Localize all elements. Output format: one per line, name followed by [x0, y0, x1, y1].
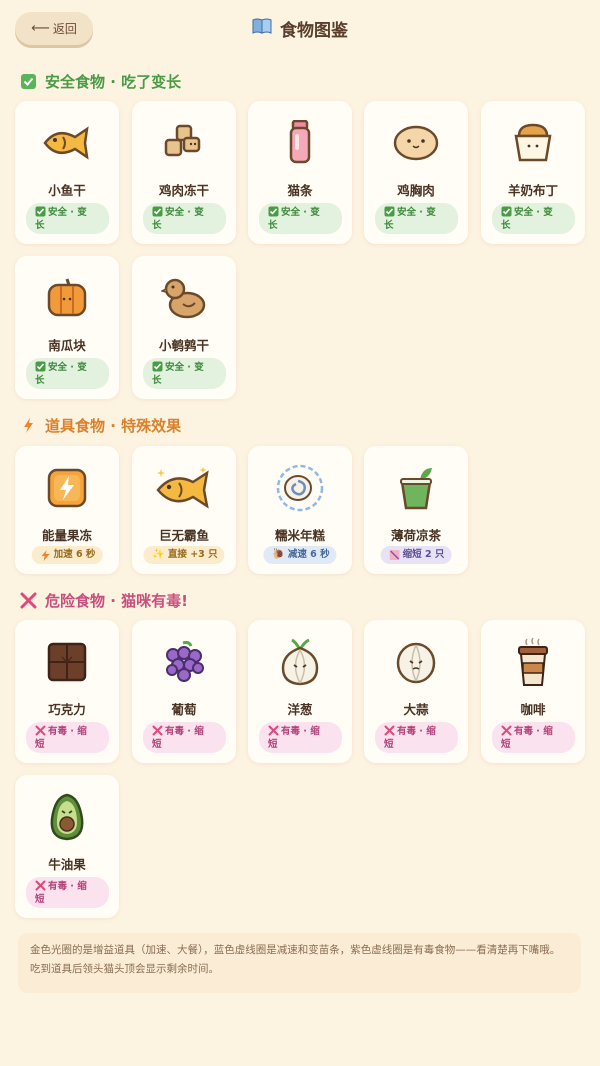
toxic-tag: 有毒 · 缩短	[143, 722, 226, 753]
pumpkin-icon	[15, 274, 119, 322]
cat-treat-tube-icon	[248, 119, 352, 167]
cross-icon	[268, 725, 279, 736]
garlic-icon	[364, 638, 468, 686]
safe-tag: 安全 · 变长	[143, 358, 226, 389]
section-title-safe-text: 安全食物 · 吃了变长	[45, 73, 182, 91]
chicken-breast-icon	[364, 119, 468, 167]
toxic-tag: 有毒 · 缩短	[26, 877, 109, 908]
check-box-icon	[35, 361, 46, 372]
food-card-chicken-breast[interactable]: 鸡胸肉 安全 · 变长	[364, 101, 468, 244]
food-card-onion[interactable]: 洋葱 有毒 · 缩短	[248, 620, 352, 763]
food-card-grapes[interactable]: 葡萄 有毒 · 缩短	[132, 620, 236, 763]
safe-tag: 安全 · 变长	[26, 358, 109, 389]
food-card-cat-treat[interactable]: 猫条 安全 · 变长	[248, 101, 352, 244]
energy-jelly-icon	[15, 464, 119, 512]
food-card-giant-fish[interactable]: 巨无霸鱼 ✨ 直接 +3 只	[132, 446, 236, 574]
check-box-icon	[384, 206, 395, 217]
food-name: 能量果冻	[41, 528, 92, 543]
safe-tag: 安全 · 变长	[26, 203, 109, 234]
section-title-safe: 安全食物 · 吃了变长	[20, 71, 181, 92]
food-card-freeze-dried-chicken[interactable]: 鸡肉冻干 安全 · 变长	[132, 101, 236, 244]
food-name: 牛油果	[48, 857, 86, 872]
header: ⟵ 返回 食物图鉴	[0, 0, 600, 58]
food-name: 巧克力	[48, 702, 86, 717]
food-name: 小鱼干	[48, 183, 86, 198]
check-box-icon	[35, 206, 46, 217]
safe-tag: 安全 · 变长	[143, 203, 226, 234]
grapes-icon	[132, 638, 236, 686]
section-title-danger: 危险食物 · 猫咪有毒!	[20, 590, 188, 611]
food-name: 巨无霸鱼	[158, 528, 209, 543]
food-name: 猫条	[287, 183, 313, 198]
safe-tag: 安全 · 变长	[259, 203, 342, 234]
giant-fish-icon	[132, 464, 236, 512]
small-fish-icon	[15, 119, 119, 167]
book-icon	[252, 18, 272, 39]
chocolate-icon	[15, 638, 119, 686]
food-card-chocolate[interactable]: 巧克力 有毒 · 缩短	[15, 620, 119, 763]
check-box-icon	[501, 206, 512, 217]
check-box-icon	[152, 361, 163, 372]
food-name: 糯米年糕	[274, 528, 325, 543]
toxic-tag: 有毒 · 缩短	[259, 722, 342, 753]
toxic-tag: 有毒 · 缩短	[492, 722, 575, 753]
food-card-energy-jelly[interactable]: 能量果冻 加速 6 秒	[15, 446, 119, 574]
cross-icon	[20, 592, 37, 609]
mint-tea-icon	[364, 464, 468, 512]
page-title-text: 食物图鉴	[280, 21, 348, 41]
food-card-mint-tea[interactable]: 薄荷凉茶 缩短 2 只	[364, 446, 468, 574]
power-tag: 缩短 2 只	[380, 546, 452, 564]
food-card-rice-cake[interactable]: 糯米年糕 🐌 减速 6 秒	[248, 446, 352, 574]
quail-icon	[132, 274, 236, 322]
goat-milk-pudding-icon	[481, 119, 585, 167]
toxic-tag: 有毒 · 缩短	[375, 722, 458, 753]
food-card-garlic[interactable]: 大蒜 有毒 · 缩短	[364, 620, 468, 763]
coffee-icon	[481, 637, 585, 686]
check-box-icon	[20, 73, 37, 90]
rice-cake-icon	[248, 464, 352, 512]
food-name: 咖啡	[520, 702, 546, 717]
onion-icon	[248, 638, 352, 686]
legend-note: 金色光圈的是增益道具（加速、大餐），蓝色虚线圈是减速和变苗条，紫色虚线圈是有毒食…	[18, 933, 581, 993]
sparkle-icon: ✨	[152, 549, 165, 560]
toxic-tag: 有毒 · 缩短	[26, 722, 109, 753]
food-name: 鸡肉冻干	[158, 183, 209, 198]
food-card-avocado[interactable]: 牛油果 有毒 · 缩短	[15, 775, 119, 918]
section-title-power: 道具食物 · 特殊效果	[20, 415, 181, 436]
food-card-goat-milk-pudding[interactable]: 羊奶布丁 安全 · 变长	[481, 101, 585, 244]
food-card-quail[interactable]: 小鹌鹑干 安全 · 变长	[132, 256, 236, 399]
power-tag: 🐌 减速 6 秒	[263, 546, 337, 564]
snail-icon: 🐌	[272, 549, 285, 560]
food-name: 南瓜块	[48, 338, 86, 353]
food-name: 鸡胸肉	[397, 183, 435, 198]
food-name: 葡萄	[171, 702, 197, 717]
lightning-icon	[41, 549, 50, 561]
safe-tag: 安全 · 变长	[375, 203, 458, 234]
power-tag: 加速 6 秒	[31, 546, 103, 564]
check-box-icon	[152, 206, 163, 217]
cross-icon	[384, 725, 395, 736]
shrink-icon	[389, 550, 400, 560]
food-card-small-fish[interactable]: 小鱼干 安全 · 变长	[15, 101, 119, 244]
check-box-icon	[268, 206, 279, 217]
food-name: 洋葱	[287, 702, 313, 717]
food-name: 羊奶布丁	[507, 183, 558, 198]
food-card-coffee[interactable]: 咖啡 有毒 · 缩短	[481, 620, 585, 763]
food-name: 薄荷凉茶	[390, 528, 441, 543]
lightning-icon	[20, 417, 37, 434]
cross-icon	[35, 880, 46, 891]
section-title-danger-text: 危险食物 · 猫咪有毒!	[45, 592, 188, 610]
page-title: 食物图鉴	[0, 16, 600, 41]
freeze-dried-chicken-icon	[132, 119, 236, 167]
cross-icon	[35, 725, 46, 736]
safe-tag: 安全 · 变长	[492, 203, 575, 234]
food-card-pumpkin[interactable]: 南瓜块 安全 · 变长	[15, 256, 119, 399]
avocado-icon	[15, 793, 119, 841]
food-name: 大蒜	[403, 702, 429, 717]
cross-icon	[152, 725, 163, 736]
power-tag: ✨ 直接 +3 只	[143, 546, 225, 564]
section-title-power-text: 道具食物 · 特殊效果	[45, 417, 182, 435]
food-name: 小鹌鹑干	[158, 338, 209, 353]
cross-icon	[501, 725, 512, 736]
